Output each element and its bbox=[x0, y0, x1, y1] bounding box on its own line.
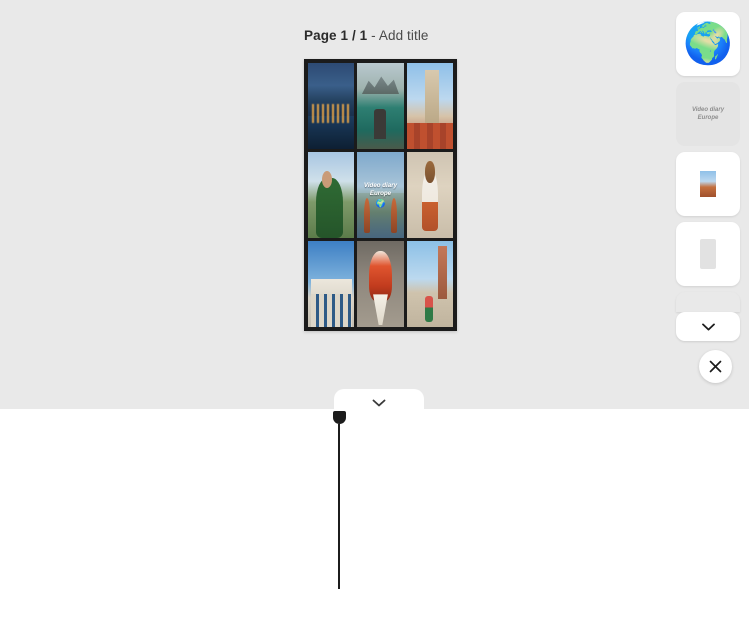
collage-tile-lake-hiker[interactable] bbox=[357, 63, 404, 149]
collage-tile-woman-backpack[interactable] bbox=[406, 152, 453, 238]
collage-canvas[interactable]: Video diary Europe 🌍 bbox=[304, 59, 457, 331]
collage-tile-gelato-cone[interactable] bbox=[357, 241, 404, 327]
add-title-link[interactable]: - Add title bbox=[371, 28, 428, 43]
collage-tile-hallstatt-night[interactable] bbox=[308, 63, 355, 149]
layer-card-shape-layer[interactable] bbox=[676, 222, 740, 286]
timeline-panel: 8s3s3s + Add scene 14.1s 0:07/0:14 Show … bbox=[0, 409, 749, 629]
page-title[interactable]: Page 1 / 1 - Add title bbox=[304, 28, 429, 43]
close-panel-button[interactable] bbox=[699, 350, 732, 383]
close-icon bbox=[709, 360, 722, 373]
layer-rail: 🌍 Video diary Europe bbox=[676, 12, 740, 318]
layer-card-text-layer[interactable]: Video diary Europe bbox=[676, 82, 740, 146]
layer-rail-more-button[interactable] bbox=[676, 312, 740, 341]
collage-title-text[interactable]: Video diary Europe bbox=[364, 182, 397, 198]
layer-text-preview: Video diary Europe bbox=[691, 106, 725, 121]
layer-card-image-layer[interactable] bbox=[676, 152, 740, 216]
bridge-pillar bbox=[363, 198, 370, 233]
collage-tile-title-card[interactable]: Video diary Europe 🌍 bbox=[357, 152, 404, 238]
collage-tile-brandenburg-gate[interactable] bbox=[308, 241, 355, 327]
chevron-down-icon bbox=[701, 323, 715, 331]
chevron-down-icon bbox=[372, 399, 386, 407]
collage-tile-prague-clock-tower[interactable] bbox=[406, 63, 453, 149]
timeline-collapse-tab[interactable] bbox=[334, 389, 424, 417]
layer-card-globe-emoji-layer[interactable]: 🌍 bbox=[676, 12, 740, 76]
page-number: Page 1 / 1 bbox=[304, 28, 368, 43]
canvas-area: Page 1 / 1 - Add title Video diary Europ… bbox=[0, 0, 749, 409]
shape-icon bbox=[700, 239, 716, 269]
globe-icon[interactable]: 🌍 bbox=[376, 199, 386, 208]
bridge-pillar bbox=[391, 198, 398, 233]
globe-icon: 🌍 bbox=[683, 22, 733, 66]
video-editor-app: Page 1 / 1 - Add title Video diary Europ… bbox=[0, 0, 749, 629]
layer-card-partial-layer[interactable] bbox=[676, 292, 740, 312]
collage-tile-couple-sunglasses[interactable] bbox=[308, 152, 355, 238]
collage-tile-venice-square-girl[interactable] bbox=[406, 241, 453, 327]
image-thumbnail-icon bbox=[700, 171, 716, 197]
